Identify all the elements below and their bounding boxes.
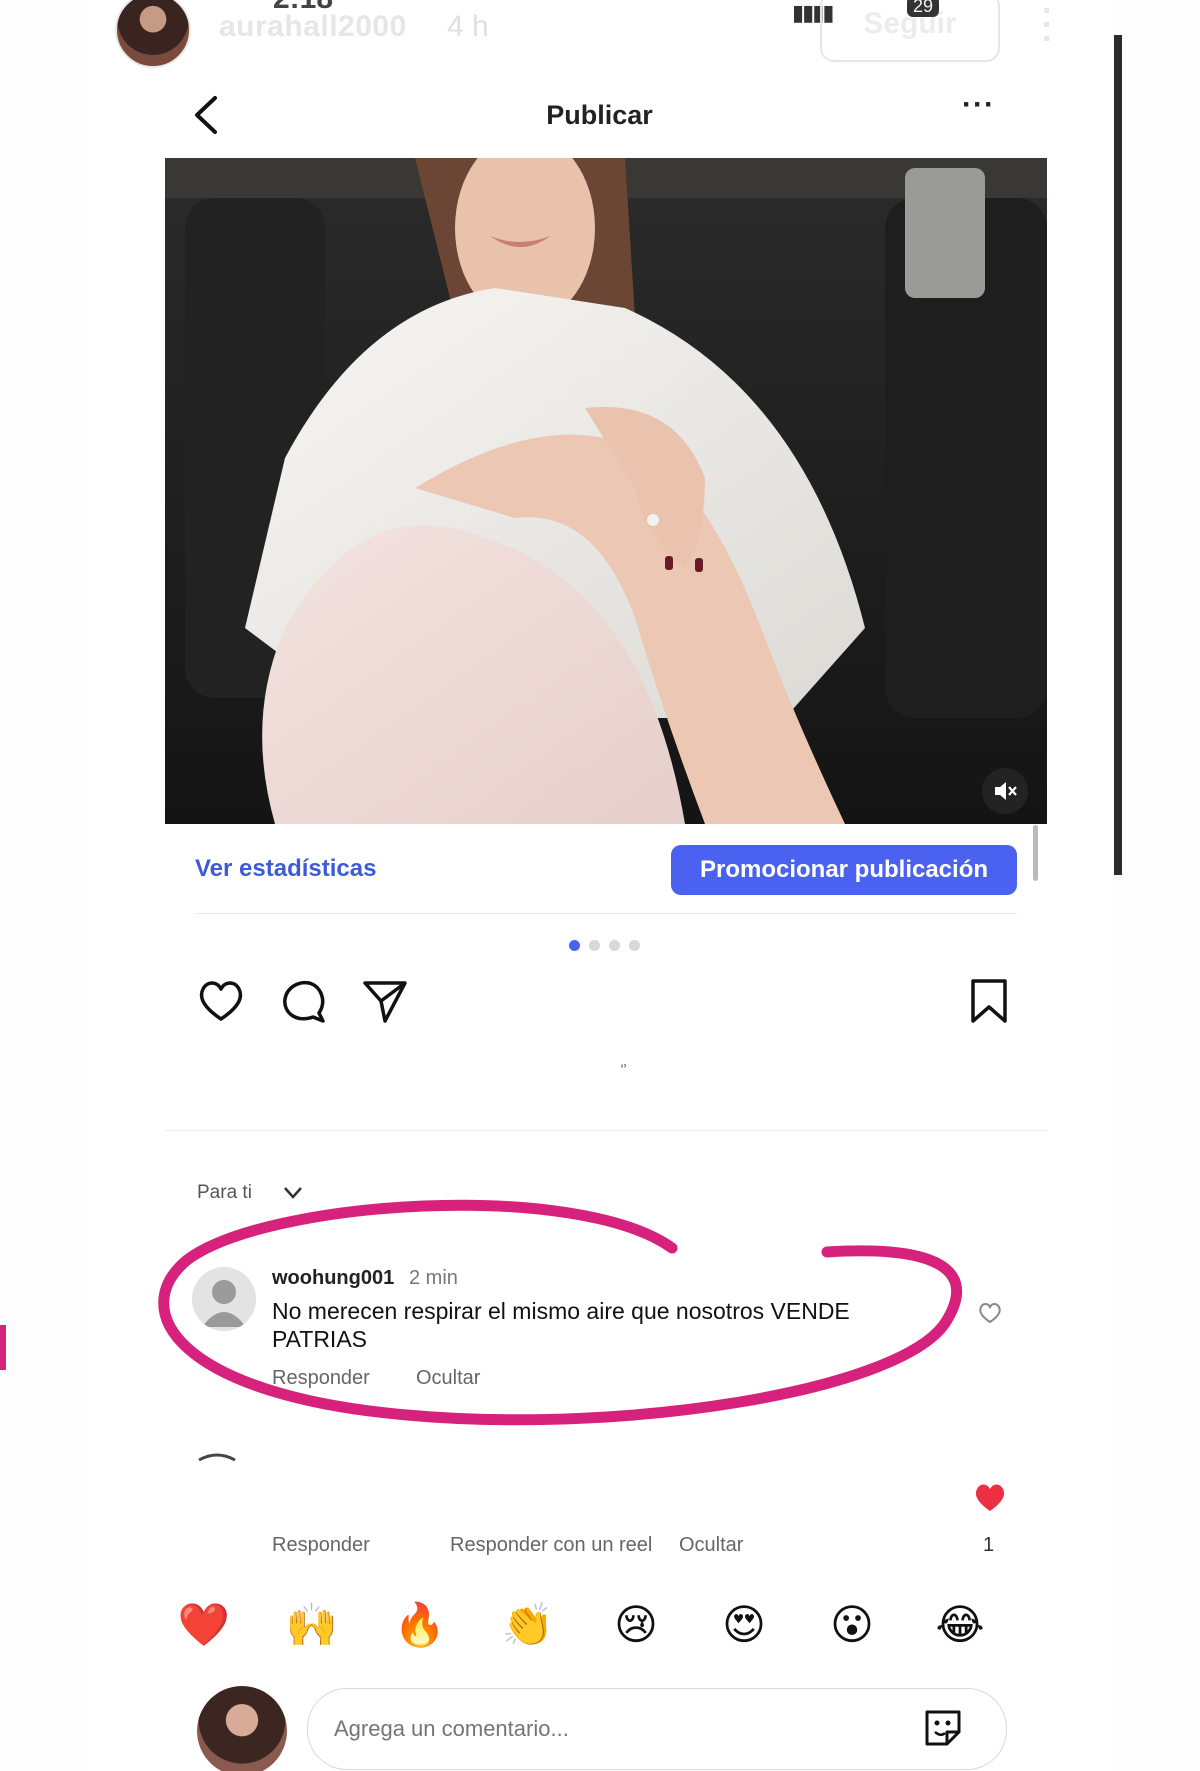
carousel-dot-3 xyxy=(609,940,620,951)
app-header: Publicar ··· xyxy=(87,70,1112,158)
emoji-clap[interactable]: 👏 xyxy=(501,1598,555,1652)
story-time: 4 h xyxy=(447,10,489,43)
mute-button[interactable] xyxy=(982,768,1028,814)
story-more-icon[interactable]: · · · xyxy=(1042,0,1053,56)
comment-text: No merecen respirar el mismo aire que no… xyxy=(272,1298,850,1352)
carousel-dot-4 xyxy=(629,940,640,951)
emoji-heart[interactable]: ❤️ xyxy=(177,1598,231,1652)
carousel-dot-2 xyxy=(589,940,600,951)
comment-icon[interactable] xyxy=(277,975,329,1027)
page-title: Publicar xyxy=(546,100,653,130)
emoji-laughing[interactable]: 😂 xyxy=(933,1598,987,1652)
comment-avatar-partial xyxy=(197,1450,237,1464)
comments-filter[interactable]: Para ti xyxy=(197,1182,252,1204)
hide-button[interactable]: Ocultar xyxy=(679,1534,743,1557)
story-right-edge xyxy=(1112,0,1200,1771)
mute-icon xyxy=(995,782,1017,800)
post-image[interactable] xyxy=(165,158,1047,824)
reply-reel-button[interactable]: Responder con un reel xyxy=(450,1534,652,1557)
liked-heart-icon[interactable] xyxy=(973,1482,1007,1519)
highlight-mark xyxy=(0,1325,6,1370)
story-username[interactable]: aurahall2000 xyxy=(219,10,407,44)
carousel-indicator xyxy=(569,940,649,952)
emoji-surprised[interactable]: 😮 xyxy=(825,1598,879,1652)
reply-button[interactable]: Responder xyxy=(272,1367,370,1390)
comment-input[interactable] xyxy=(307,1688,1007,1770)
sticker-icon[interactable] xyxy=(921,1706,965,1755)
carousel-dot-1 xyxy=(569,940,580,951)
follow-button[interactable]: Seguir xyxy=(820,0,1000,62)
promote-button[interactable]: Promocionar publicación xyxy=(671,845,1017,895)
bookmark-icon[interactable] xyxy=(963,975,1015,1027)
story-frame: 2:18 aurahall2000 4 h ▮▮▮▮ 29 Seguir ···… xyxy=(87,0,1112,1771)
emoji-reaction-bar: ❤️ 🙌 🔥 👏 😢 😍 😮 😂 xyxy=(87,1590,1112,1660)
emoji-crying[interactable]: 😢 xyxy=(609,1598,663,1652)
share-icon[interactable] xyxy=(359,975,411,1027)
view-insights-link[interactable]: Ver estadísticas xyxy=(195,855,376,883)
divider xyxy=(165,1130,1047,1131)
story-left-edge xyxy=(0,0,87,1771)
stray-mark: ˈ͗ xyxy=(619,1062,625,1082)
post-actions xyxy=(87,975,1112,1045)
divider xyxy=(195,913,1017,914)
story-avatar[interactable] xyxy=(115,0,191,68)
heart-icon[interactable] xyxy=(195,975,247,1027)
story-header: 2:18 aurahall2000 4 h ▮▮▮▮ 29 Seguir ··· xyxy=(87,0,1112,70)
emoji-heart-eyes[interactable]: 😍 xyxy=(717,1598,771,1652)
my-avatar xyxy=(197,1686,287,1771)
reply-button[interactable]: Responder xyxy=(272,1534,370,1557)
comment-time: 2 min xyxy=(409,1267,458,1289)
emoji-raised-hands[interactable]: 🙌 xyxy=(285,1598,339,1652)
hide-button[interactable]: Ocultar xyxy=(416,1367,480,1390)
next-story-edge xyxy=(1114,35,1122,875)
chevron-down-icon[interactable] xyxy=(282,1182,304,1209)
comment-item: woohung001 2 min No merecen respirar el … xyxy=(87,1255,1112,1405)
emoji-fire[interactable]: 🔥 xyxy=(393,1598,447,1652)
comment-composer xyxy=(87,1680,1112,1771)
more-icon[interactable]: ··· xyxy=(962,88,995,122)
insights-row: Ver estadísticas Promocionar publicación xyxy=(87,825,1112,915)
user-avatar-icon[interactable] xyxy=(192,1267,256,1331)
comment-heart-icon[interactable] xyxy=(977,1300,1003,1331)
comment-username[interactable]: woohung001 xyxy=(272,1267,394,1290)
like-count: 1 xyxy=(983,1534,995,1556)
